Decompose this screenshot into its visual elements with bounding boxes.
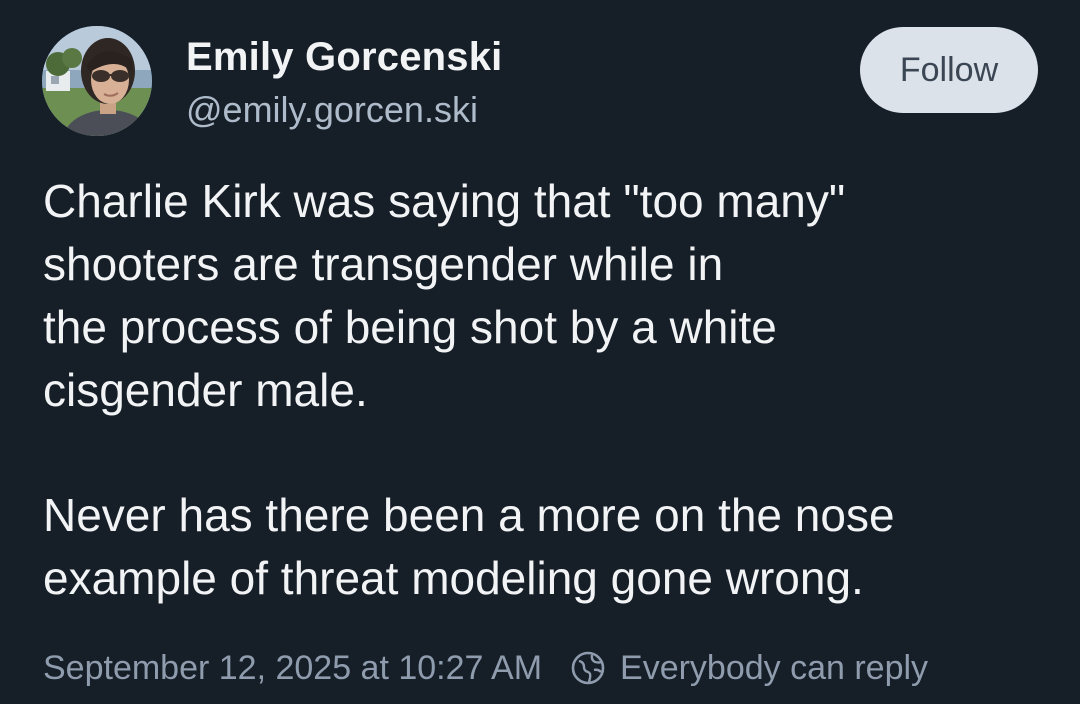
avatar-photo — [42, 26, 152, 136]
post-text-line: example of threat modeling gone wrong. — [43, 552, 864, 604]
reply-setting-label: Everybody can reply — [620, 648, 929, 687]
post-meta: September 12, 2025 at 10:27 AM Everybody… — [43, 645, 928, 691]
reply-setting[interactable]: Everybody can reply — [570, 649, 928, 688]
author-handle[interactable]: @emily.gorcen.ski — [186, 89, 478, 131]
post-card: Emily Gorcenski @emily.gorcen.ski Follow… — [0, 0, 1080, 704]
post-text: Charlie Kirk was saying that "too many" … — [43, 170, 1053, 610]
follow-button[interactable]: Follow — [860, 27, 1038, 113]
author-display-name[interactable]: Emily Gorcenski — [186, 35, 502, 80]
post-text-line: shooters are transgender while in — [43, 238, 724, 290]
post-text-line: cisgender male. — [43, 364, 368, 416]
avatar[interactable] — [42, 26, 152, 136]
post-text-line: the process of being shot by a white — [43, 301, 777, 353]
globe-icon — [571, 651, 605, 685]
post-text-line: Never has there been a more on the nose — [43, 489, 895, 541]
post-text-line: Charlie Kirk was saying that "too many" — [43, 175, 846, 227]
post-timestamp[interactable]: September 12, 2025 at 10:27 AM — [43, 649, 542, 688]
